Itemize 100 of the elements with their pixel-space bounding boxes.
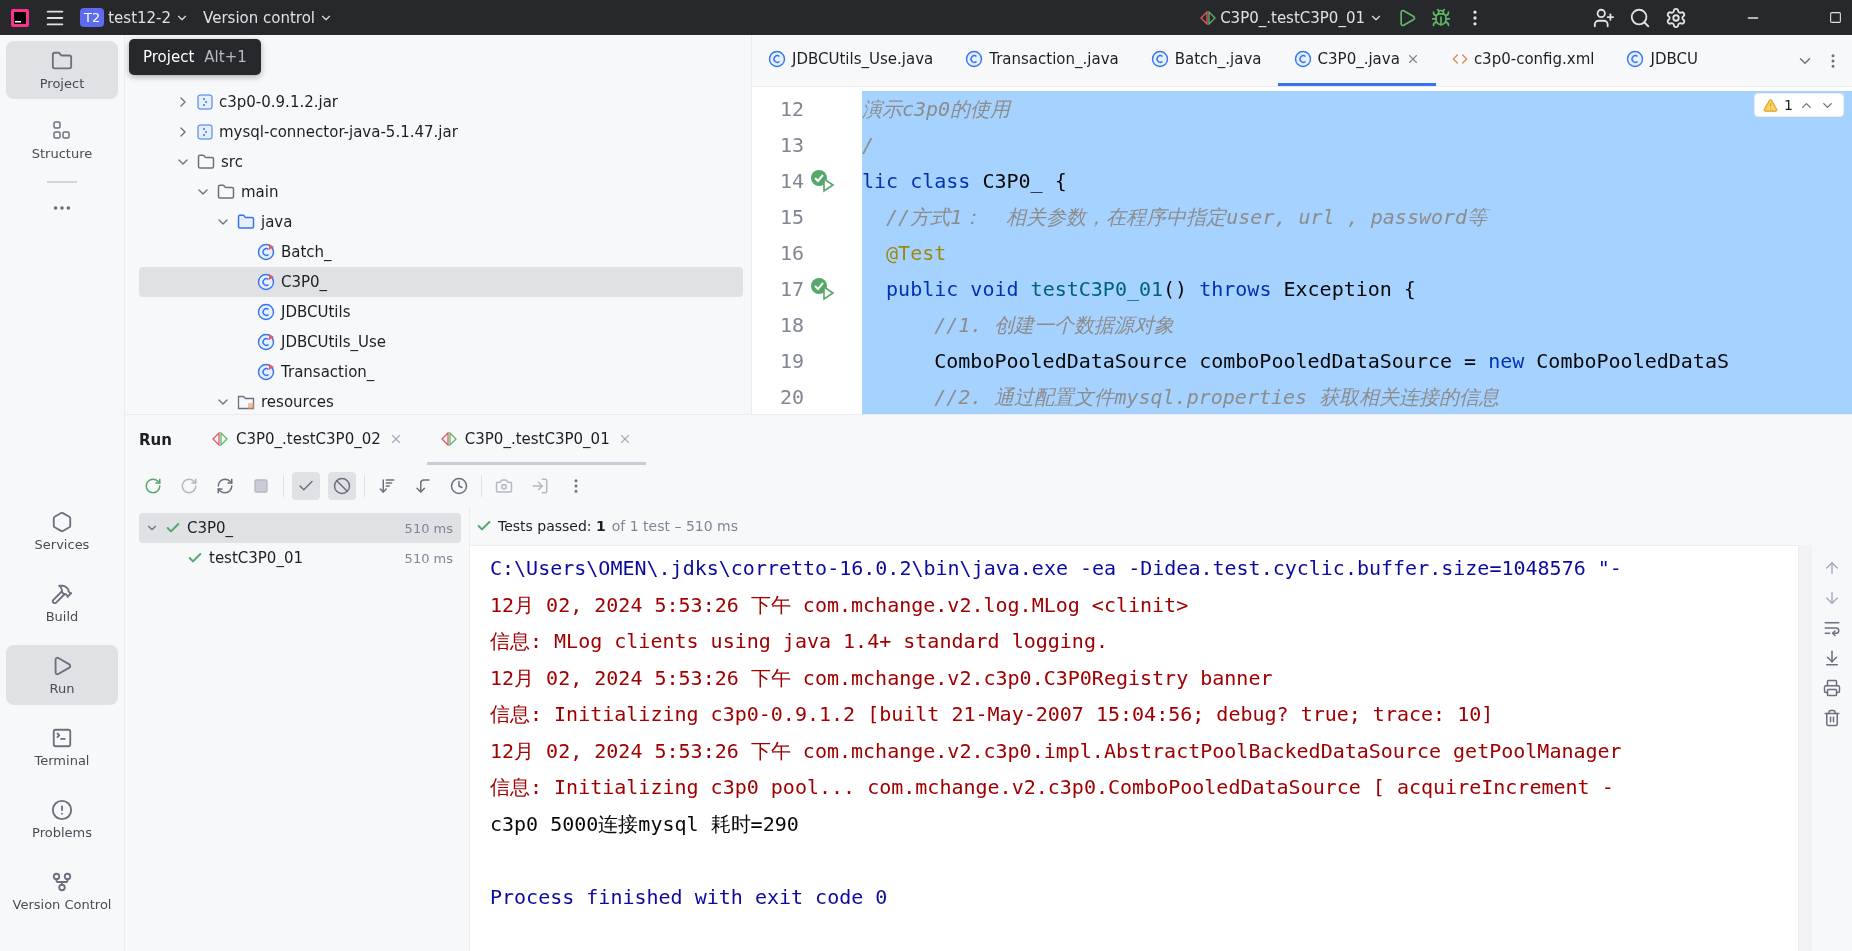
wrap-icon[interactable] (1823, 619, 1841, 637)
warning-indicator[interactable]: 1 (1754, 93, 1844, 117)
line-number: 19 (778, 349, 804, 373)
run-tab[interactable]: C3P0_.testC3P0_01 (426, 415, 646, 465)
editor-tab[interactable]: C3P0_.java (1277, 35, 1436, 86)
search-icon[interactable] (1629, 6, 1651, 29)
tree-item[interactable]: JDBCUtils (139, 297, 743, 327)
folder-icon (197, 153, 215, 171)
tree-item[interactable]: JDBCUtils_Use (139, 327, 743, 357)
structure-icon (51, 119, 73, 142)
line-number: 18 (778, 313, 804, 337)
console-line: 信息: Initializing c3p0-0.9.1.2 [built 21-May-2007 15:04:56; debug? true; trace: 10] (490, 701, 1495, 728)
trash-icon[interactable] (1823, 709, 1841, 727)
show-ignored-icon[interactable] (328, 472, 356, 500)
class-icon (1150, 50, 1169, 68)
line-number: 16 (778, 241, 804, 265)
show-passed-icon[interactable] (292, 472, 320, 500)
tool-window-button[interactable]: Problems (6, 789, 118, 849)
tree-item[interactable]: main (139, 177, 743, 207)
settings-icon[interactable] (1665, 6, 1687, 29)
editor-tab[interactable]: c3p0-config.xml (1435, 35, 1611, 86)
folder-icon (217, 183, 235, 201)
tool-window-button[interactable]: Build (6, 573, 118, 633)
tool-window-button[interactable]: Terminal (6, 717, 118, 777)
runnable-class-icon (257, 273, 275, 291)
runnable-class-icon (257, 243, 275, 261)
duration: 510 ms (404, 520, 453, 536)
test-summary-detail: of 1 test – 510 ms (611, 518, 738, 534)
library-icon (197, 124, 213, 140)
run-test-icon[interactable] (810, 169, 836, 193)
class-icon (1293, 50, 1312, 68)
tree-item[interactable]: src (139, 147, 743, 177)
test-result-row[interactable]: testC3P0_01 510 ms (139, 543, 461, 573)
run-icon[interactable] (1397, 7, 1417, 28)
class-icon (768, 50, 786, 68)
terminal-icon (51, 726, 73, 749)
library-icon (197, 94, 213, 110)
branch-icon (51, 870, 73, 893)
test-run-icon (440, 431, 457, 446)
console-line: 12月 02, 2024 5:53:26 下午 com.mchange.v2.c3p0.C3P0Registry banner (490, 664, 1274, 692)
warning-icon (1763, 97, 1779, 113)
console-line: 12月 02, 2024 5:53:26 下午 com.mchange.v2.log.MLog <clinit> (490, 591, 1190, 619)
tool-window-button[interactable]: Version Control (6, 861, 118, 921)
tree-item[interactable]: c3p0-0.9.1.2.jar (139, 87, 743, 117)
line-number: 13 (778, 133, 804, 157)
tree-item[interactable]: C3P0_ (139, 267, 743, 297)
resources-folder-icon (237, 393, 255, 411)
services-icon (51, 510, 73, 533)
editor-tab[interactable]: JDBCUtils_Use.java (752, 35, 950, 86)
console-line: c3p0 5000连接mysql 耗时=290 (490, 810, 800, 838)
add-user-icon[interactable] (1593, 6, 1615, 29)
test-result-row[interactable]: C3P0_ 510 ms (139, 513, 461, 543)
editor-tab[interactable]: Batch_.java (1134, 35, 1278, 86)
tree-item[interactable]: Batch_ (139, 237, 743, 267)
console-line: 12月 02, 2024 5:53:26 下午 com.mchange.v2.c3p0.impl.AbstractPoolBackedDataSource getPoolManager (490, 737, 1623, 765)
console-line: 信息: Initializing c3p0 pool... com.mchange.v2.c3p0.ComboPooledDataSource [ acquireIncrement - (490, 774, 1615, 801)
folder-icon (237, 213, 255, 231)
tree-item[interactable]: Transaction_ (139, 357, 743, 387)
app-logo[interactable] (10, 7, 30, 28)
test-run-icon (211, 431, 228, 446)
test-run-icon (1200, 10, 1217, 25)
console-line: Process finished with exit code 0 (490, 883, 889, 911)
tool-window-button[interactable]: Project (6, 41, 118, 99)
scroll-to-end-icon[interactable] (1823, 649, 1841, 667)
run-test-icon[interactable] (810, 277, 836, 301)
hammer-icon (51, 582, 73, 605)
tooltip: Project Alt+1 (129, 39, 261, 75)
debug-icon[interactable] (1431, 7, 1451, 28)
runnable-class-icon (257, 363, 275, 381)
duration: 510 ms (404, 550, 453, 566)
line-number: 15 (778, 205, 804, 229)
line-number: 14 (778, 169, 804, 193)
vcs-selector[interactable]: Version control (203, 8, 333, 27)
tool-window-button[interactable]: Structure (6, 111, 118, 169)
code-icon (1451, 51, 1468, 67)
line-number: 17 (778, 277, 804, 301)
tool-window-button[interactable]: Services (6, 501, 118, 561)
test-summary: Tests passed: 1 (498, 518, 606, 534)
editor-tab[interactable]: JDBCU (1610, 35, 1714, 86)
console-line: C:\Users\OMEN\.jdks\corretto-16.0.2\bin\java.exe -ea -Didea.test.cyclic.buffer.size=1048576 "- (490, 555, 1623, 582)
print-icon[interactable] (1823, 679, 1841, 697)
project-selector[interactable]: T2 test12-2 (80, 8, 190, 27)
runnable-class-icon (257, 333, 275, 351)
tree-item[interactable]: java (139, 207, 743, 237)
class-icon (965, 50, 984, 68)
panel-title: Run (139, 430, 173, 451)
run-tab[interactable]: C3P0_.testC3P0_02 (197, 415, 417, 465)
tool-window-button[interactable]: Run (6, 645, 118, 705)
class-icon (257, 303, 275, 321)
maximize-icon[interactable] (1829, 11, 1842, 24)
tree-item[interactable]: resources (139, 387, 743, 414)
tree-item[interactable]: mysql-connector-java-5.1.47.jar (139, 117, 743, 147)
line-number: 12 (778, 97, 804, 121)
run-config-selector[interactable]: C3P0_.testC3P0_01 (1200, 8, 1383, 27)
line-number: 20 (778, 385, 804, 409)
alert-icon (51, 798, 73, 821)
console-line: 信息: MLog clients using java 1.4+ standard logging. (490, 628, 1109, 655)
editor-tab[interactable]: Transaction_.java (949, 35, 1135, 86)
folder-icon (51, 49, 73, 72)
class-icon (1626, 50, 1645, 68)
